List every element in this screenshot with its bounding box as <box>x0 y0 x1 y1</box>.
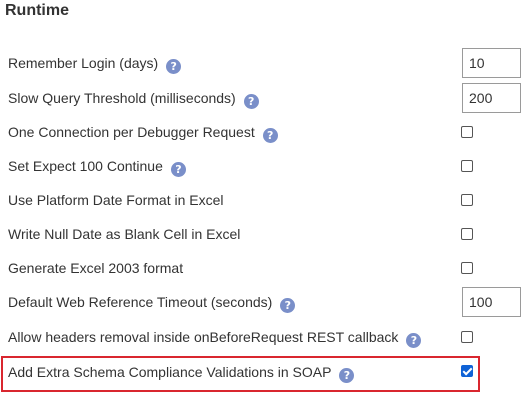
setting-label: One Connection per Debugger Request? <box>8 115 278 149</box>
help-icon[interactable]: ? <box>243 93 259 109</box>
setting-row-excel-2003: Generate Excel 2003 format <box>0 251 527 285</box>
setting-row-null-date-blank: Write Null Date as Blank Cell in Excel <box>0 217 527 251</box>
help-icon[interactable]: ? <box>170 161 186 177</box>
setting-label: Generate Excel 2003 format <box>8 260 184 276</box>
platform-date-format-checkbox[interactable] <box>461 194 473 206</box>
expect-100-continue-checkbox[interactable] <box>461 160 473 172</box>
setting-label: Set Expect 100 Continue? <box>8 149 186 183</box>
setting-row-one-connection: One Connection per Debugger Request? <box>0 115 527 149</box>
headers-removal-checkbox[interactable] <box>461 331 473 343</box>
section-title: Runtime <box>5 2 69 19</box>
setting-label: Allow headers removal inside onBeforeReq… <box>8 320 422 354</box>
setting-row-headers-removal: Allow headers removal inside onBeforeReq… <box>0 320 527 354</box>
help-icon[interactable]: ? <box>166 58 182 74</box>
setting-row-platform-date-format: Use Platform Date Format in Excel <box>0 183 527 217</box>
help-icon[interactable]: ? <box>262 127 278 143</box>
help-icon[interactable]: ? <box>339 367 355 383</box>
null-date-blank-checkbox[interactable] <box>461 228 473 240</box>
remember-login-input[interactable] <box>462 48 521 78</box>
setting-row-slow-query-threshold: Slow Query Threshold (milliseconds)? <box>0 81 527 115</box>
setting-row-remember-login: Remember Login (days)? <box>0 46 527 80</box>
setting-label: Slow Query Threshold (milliseconds)? <box>8 81 259 115</box>
setting-label: Use Platform Date Format in Excel <box>8 192 224 208</box>
setting-row-expect-100-continue: Set Expect 100 Continue? <box>0 149 527 183</box>
setting-label: Default Web Reference Timeout (seconds)? <box>8 285 296 319</box>
setting-label: Remember Login (days)? <box>8 46 182 80</box>
setting-label: Add Extra Schema Compliance Validations … <box>8 355 355 389</box>
one-connection-checkbox[interactable] <box>461 126 473 138</box>
runtime-settings-panel: Runtime Remember Login (days)? Slow Quer… <box>0 0 527 400</box>
setting-row-web-reference-timeout: Default Web Reference Timeout (seconds)? <box>0 285 527 319</box>
help-icon[interactable]: ? <box>406 332 422 348</box>
extra-schema-validation-checkbox[interactable] <box>461 365 473 377</box>
web-reference-timeout-input[interactable] <box>462 287 521 317</box>
setting-label: Write Null Date as Blank Cell in Excel <box>8 226 241 242</box>
help-icon[interactable]: ? <box>280 297 296 313</box>
setting-row-extra-schema-validation: Add Extra Schema Compliance Validations … <box>0 355 527 389</box>
slow-query-threshold-input[interactable] <box>462 83 521 113</box>
excel-2003-checkbox[interactable] <box>461 262 473 274</box>
